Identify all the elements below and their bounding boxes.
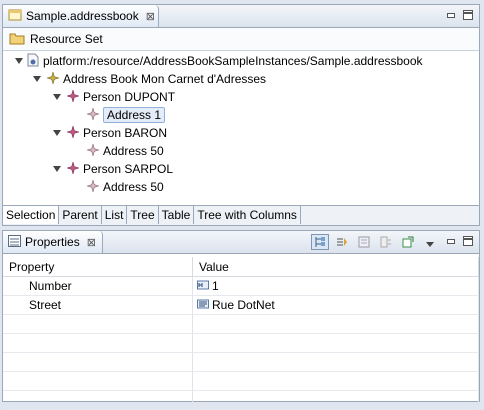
pin-view-icon[interactable]	[399, 234, 417, 250]
address-icon	[85, 178, 101, 195]
table-row	[3, 314, 479, 334]
tree-item-label: Address 1	[103, 107, 166, 123]
expand-twisty-icon[interactable]	[33, 76, 41, 82]
editor-panel: Sample.addressbook ⊠ Resource Set platfo…	[2, 4, 480, 226]
property-value-cell[interactable]: 1	[192, 276, 479, 296]
tree-item-label: Person BARON	[83, 126, 168, 140]
table-row[interactable]: Number 1	[3, 276, 479, 296]
properties-table: Property Value Number 1 Street Rue DotNe…	[3, 257, 479, 410]
tab-properties[interactable]: Properties ⊠	[3, 231, 103, 253]
restore-default-icon[interactable]	[377, 234, 395, 250]
person-icon	[65, 124, 81, 141]
numeric-value-icon	[197, 279, 209, 293]
expand-twisty-icon[interactable]	[53, 130, 61, 136]
text-value-icon	[197, 298, 209, 312]
tree-item-label: Address 50	[103, 144, 164, 158]
tree-item-address[interactable]: Address 50	[85, 142, 164, 160]
property-name: Number	[3, 276, 193, 296]
tab-list[interactable]: List	[102, 206, 128, 224]
tree-item-person[interactable]: Person SARPOL	[65, 160, 174, 178]
properties-icon	[8, 234, 21, 250]
tree-item-person[interactable]: Person DUPONT	[65, 88, 176, 106]
person-icon	[65, 160, 81, 177]
property-value: 1	[212, 279, 219, 293]
maximize-icon[interactable]	[463, 236, 473, 246]
tree-item-address-book[interactable]: Address Book Mon Carnet d'Adresses	[45, 70, 267, 88]
tree-item-person[interactable]: Person BARON	[65, 124, 168, 142]
tab-selection[interactable]: Selection	[3, 206, 60, 224]
expand-twisty-icon[interactable]	[15, 58, 23, 64]
minimize-icon[interactable]	[446, 236, 456, 246]
property-name: Street	[3, 295, 193, 315]
property-value: Rue DotNet	[212, 298, 275, 312]
file-icon	[8, 8, 22, 25]
tab-sample-addressbook[interactable]: Sample.addressbook ⊠	[3, 5, 159, 27]
editor-page-tabs: Selection Parent List Tree Table Tree wi…	[3, 205, 479, 225]
column-header-value[interactable]: Value	[192, 257, 479, 277]
address-book-icon	[45, 70, 61, 87]
tree-item-label: Person SARPOL	[83, 162, 174, 176]
tab-title: Properties	[25, 235, 80, 249]
show-advanced-icon[interactable]	[333, 234, 351, 250]
tree-item-address[interactable]: Address 50	[85, 178, 164, 196]
table-row	[3, 333, 479, 353]
table-row[interactable]: Street Rue DotNet	[3, 295, 479, 315]
tree-item-label: Address 50	[103, 180, 164, 194]
tree-item-label: Person DUPONT	[83, 90, 176, 104]
tree-item-address[interactable]: Address 1	[85, 106, 166, 124]
minimize-icon[interactable]	[446, 10, 456, 20]
tab-title: Sample.addressbook	[26, 9, 139, 23]
resource-file-icon	[27, 53, 39, 70]
editor-tab-bar: Sample.addressbook ⊠	[3, 5, 479, 28]
table-row	[3, 371, 479, 391]
show-categories-icon[interactable]	[311, 234, 329, 250]
property-value-cell[interactable]: Rue DotNet	[192, 295, 479, 315]
table-row	[3, 390, 479, 410]
tree-item-label: platform:/resource/AddressBookSampleInst…	[43, 54, 423, 68]
resource-set-row[interactable]: Resource Set	[3, 28, 479, 51]
close-icon[interactable]: ⊠	[87, 236, 96, 249]
folder-icon	[9, 31, 25, 48]
tree-item-label: Address Book Mon Carnet d'Adresses	[63, 72, 267, 86]
address-icon	[85, 106, 101, 123]
expand-twisty-icon[interactable]	[53, 94, 61, 100]
table-header-row: Property Value	[3, 257, 479, 277]
tab-parent[interactable]: Parent	[59, 206, 102, 224]
tab-tree[interactable]: Tree	[127, 206, 159, 224]
properties-panel: Properties ⊠ Property Value Number 1 Str…	[2, 230, 480, 410]
filter-icon[interactable]	[355, 234, 373, 250]
resource-set-label: Resource Set	[30, 32, 103, 46]
view-menu-icon[interactable]	[421, 234, 439, 250]
close-icon[interactable]: ⊠	[146, 10, 155, 23]
address-icon	[85, 142, 101, 159]
table-row	[3, 352, 479, 372]
column-header-property[interactable]: Property	[3, 257, 193, 277]
properties-tab-bar: Properties ⊠	[3, 231, 479, 254]
person-icon	[65, 88, 81, 105]
maximize-icon[interactable]	[463, 10, 473, 20]
expand-twisty-icon[interactable]	[53, 166, 61, 172]
tab-table[interactable]: Table	[159, 206, 195, 224]
tab-tree-with-columns[interactable]: Tree with Columns	[194, 206, 301, 224]
properties-toolbar	[311, 234, 439, 250]
tree-item-resource[interactable]: platform:/resource/AddressBookSampleInst…	[27, 52, 423, 70]
